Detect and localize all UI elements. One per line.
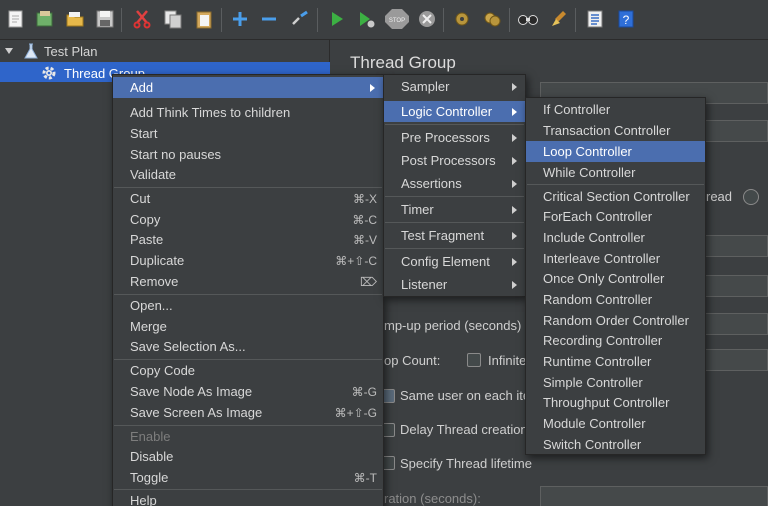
- menu-item-post-processors[interactable]: Post Processors: [384, 150, 525, 171]
- menu-item-pre-processors[interactable]: Pre Processors: [384, 127, 525, 148]
- menu-item-if-controller[interactable]: If Controller: [526, 99, 705, 120]
- start-icon[interactable]: [326, 8, 348, 30]
- context-menu: Add Add Think Times to children Start St…: [112, 74, 384, 506]
- action-radio[interactable]: [743, 189, 759, 205]
- loop-count-label: op Count:: [384, 353, 441, 368]
- tree-item-test-plan[interactable]: Test Plan: [4, 41, 97, 61]
- menu-item-logic-controller[interactable]: Logic Controller: [384, 101, 525, 122]
- menu-item-merge[interactable]: Merge: [113, 316, 383, 337]
- menu-item-while-controller[interactable]: While Controller: [526, 162, 705, 183]
- add-submenu: Sampler Logic Controller Pre Processors …: [383, 74, 526, 297]
- reset-search-icon[interactable]: [548, 8, 570, 30]
- menu-item-critical-section-controller[interactable]: Critical Section Controller: [526, 186, 705, 207]
- menu-item-copy-code[interactable]: Copy Code: [113, 360, 383, 381]
- tree-item-label: Test Plan: [44, 43, 98, 59]
- infinite-label: Infinite: [488, 353, 527, 368]
- paste-icon[interactable]: [193, 8, 215, 30]
- menu-item-save-screen-as-image[interactable]: Save Screen As Image ⌘+⇧-G: [113, 402, 383, 423]
- logic-controller-submenu: If Controller Transaction Controller Loo…: [525, 97, 706, 455]
- templates-icon[interactable]: [34, 8, 56, 30]
- collapse-icon[interactable]: [258, 8, 280, 30]
- page-title: Thread Group: [350, 53, 456, 72]
- toggle-icon[interactable]: [289, 8, 311, 30]
- stop-icon[interactable]: STOP: [384, 8, 410, 30]
- menu-item-validate[interactable]: Validate: [113, 164, 383, 185]
- menu-item-once-only-controller[interactable]: Once Only Controller: [526, 268, 705, 289]
- same-user-label: Same user on each ite: [400, 388, 531, 403]
- cut-icon[interactable]: [131, 8, 153, 30]
- menu-item-test-fragment[interactable]: Test Fragment: [384, 225, 525, 246]
- svg-text:STOP: STOP: [389, 18, 405, 24]
- menu-item-throughput-controller[interactable]: Throughput Controller: [526, 392, 705, 413]
- save-icon[interactable]: [94, 8, 116, 30]
- function-helper-icon[interactable]: [584, 8, 606, 30]
- thread-action-label: read: [706, 189, 733, 204]
- help-icon[interactable]: ?: [615, 8, 637, 30]
- flask-icon: [24, 43, 38, 59]
- menu-item-interleave-controller[interactable]: Interleave Controller: [526, 248, 705, 269]
- shutdown-icon[interactable]: [416, 8, 438, 30]
- duration-field[interactable]: [540, 486, 768, 506]
- menu-item-include-controller[interactable]: Include Controller: [526, 227, 705, 248]
- menu-item-foreach-controller[interactable]: ForEach Controller: [526, 206, 705, 227]
- new-icon[interactable]: [5, 8, 27, 30]
- open-icon[interactable]: [64, 8, 86, 30]
- menu-item-remove[interactable]: Remove ⌦: [113, 271, 383, 292]
- menu-item-save-node-as-image[interactable]: Save Node As Image ⌘-G: [113, 381, 383, 402]
- menu-item-assertions[interactable]: Assertions: [384, 173, 525, 194]
- copy-icon[interactable]: [162, 8, 184, 30]
- menu-item-switch-controller[interactable]: Switch Controller: [526, 434, 705, 455]
- duration-label: ration (seconds):: [384, 491, 481, 506]
- menu-item-listener[interactable]: Listener: [384, 274, 525, 295]
- menu-item-simple-controller[interactable]: Simple Controller: [526, 372, 705, 393]
- menu-item-loop-controller[interactable]: Loop Controller: [526, 141, 705, 162]
- menu-item-sampler[interactable]: Sampler: [384, 76, 525, 97]
- menu-item-module-controller[interactable]: Module Controller: [526, 413, 705, 434]
- menu-item-enable: Enable: [130, 429, 171, 444]
- toolbar: STOP ?: [0, 0, 768, 40]
- menu-item-disable[interactable]: Disable: [113, 446, 383, 467]
- menu-item-paste[interactable]: Paste ⌘-V: [113, 229, 383, 250]
- menu-item-help[interactable]: Help: [113, 490, 383, 506]
- menu-item-add-think-times[interactable]: Add Think Times to children: [113, 102, 383, 123]
- gear-icon: [42, 66, 56, 80]
- menu-item-copy[interactable]: Copy ⌘-C: [113, 209, 383, 230]
- collapse-triangle-icon[interactable]: [4, 46, 14, 56]
- search-icon[interactable]: [517, 8, 539, 30]
- menu-item-recording-controller[interactable]: Recording Controller: [526, 330, 705, 351]
- menu-item-start-no-pauses[interactable]: Start no pauses: [113, 144, 383, 165]
- menu-item-random-order-controller[interactable]: Random Order Controller: [526, 310, 705, 331]
- menu-item-start[interactable]: Start: [113, 123, 383, 144]
- menu-item-random-controller[interactable]: Random Controller: [526, 289, 705, 310]
- menu-item-config-element[interactable]: Config Element: [384, 251, 525, 272]
- menu-item-transaction-controller[interactable]: Transaction Controller: [526, 120, 705, 141]
- expand-icon[interactable]: [229, 8, 251, 30]
- menu-item-open[interactable]: Open...: [113, 295, 383, 316]
- menu-item-duplicate[interactable]: Duplicate ⌘+⇧-C: [113, 250, 383, 271]
- menu-item-add[interactable]: Add: [113, 77, 383, 98]
- lifetime-label: Specify Thread lifetime: [400, 456, 532, 471]
- menu-item-toggle[interactable]: Toggle ⌘-T: [113, 467, 383, 488]
- clear-all-icon[interactable]: [481, 8, 503, 30]
- menu-item-runtime-controller[interactable]: Runtime Controller: [526, 351, 705, 372]
- infinite-checkbox[interactable]: [467, 353, 481, 367]
- svg-text:?: ?: [623, 13, 630, 27]
- start-no-pauses-icon[interactable]: [355, 8, 377, 30]
- delay-label: Delay Thread creation: [400, 422, 528, 437]
- menu-item-save-selection-as[interactable]: Save Selection As...: [113, 336, 383, 357]
- menu-item-timer[interactable]: Timer: [384, 199, 525, 220]
- menu-item-cut[interactable]: Cut ⌘-X: [113, 188, 383, 209]
- clear-icon[interactable]: [451, 8, 473, 30]
- rampup-label: mp-up period (seconds): [384, 318, 522, 333]
